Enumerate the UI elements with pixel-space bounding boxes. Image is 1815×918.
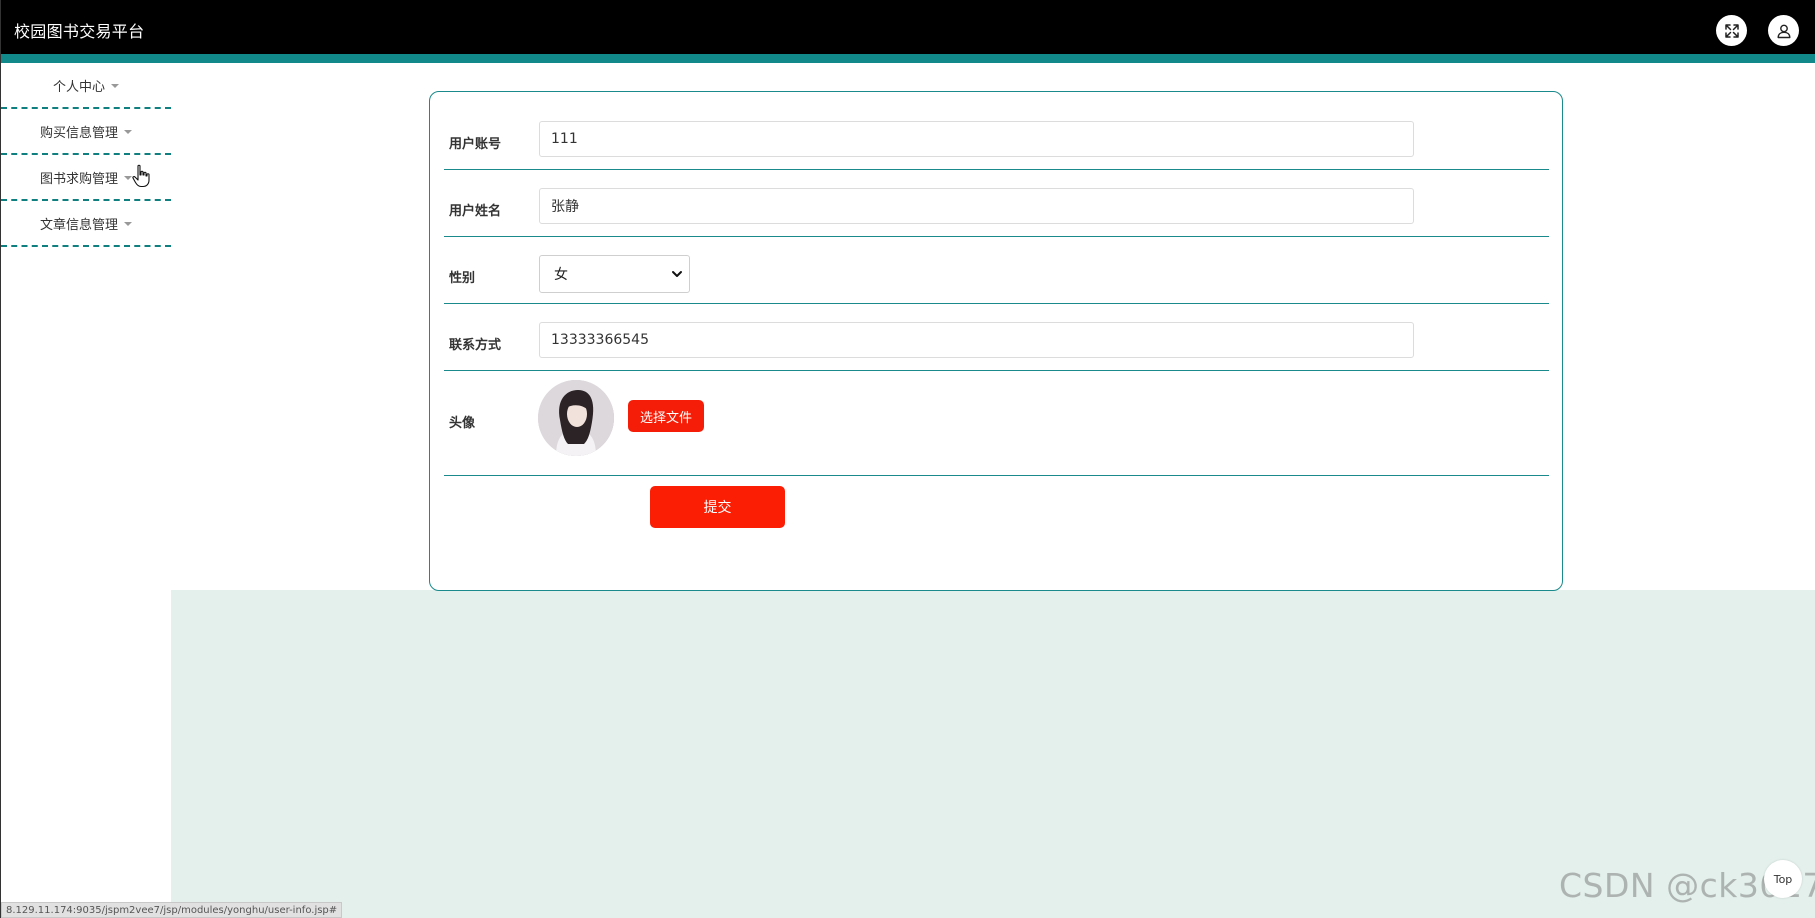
hand-cursor-icon (132, 164, 150, 188)
sidebar-item-purchase-info[interactable]: 购买信息管理 (1, 109, 171, 155)
form-row-gender: 性别 女 (444, 236, 1549, 304)
submit-button[interactable]: 提交 (650, 486, 785, 528)
contact-input[interactable] (539, 322, 1414, 358)
name-label: 用户姓名 (449, 204, 502, 219)
sidebar-item-label: 购买信息管理 (39, 125, 118, 141)
sidebar-item-label: 图书求购管理 (39, 171, 118, 187)
sidebar-item-label: 个人中心 (52, 79, 105, 95)
caret-down-icon (111, 83, 119, 88)
user-button[interactable] (1768, 15, 1799, 46)
form-row-account: 用户账号 (444, 92, 1549, 170)
avatar-image (538, 380, 614, 456)
header-accent-bar (1, 54, 1815, 63)
gender-label: 性别 (449, 271, 476, 286)
account-label: 用户账号 (449, 137, 502, 152)
avatar-label: 头像 (449, 416, 476, 431)
gender-select[interactable]: 女 (539, 255, 690, 293)
app-window: 校园图书交易平台 个人中心 购买信息管理 图书求购管理 文章信息管理 用户账号 … (0, 0, 1815, 918)
form-row-contact: 联系方式 (444, 303, 1549, 371)
expand-icon (1724, 23, 1739, 38)
sidebar-item-personal-center[interactable]: 个人中心 (1, 63, 171, 109)
caret-down-icon (124, 129, 132, 134)
form-row-avatar: 头像 选择文件 (444, 370, 1549, 476)
back-to-top-button[interactable]: Top (1764, 860, 1802, 898)
user-info-form: 用户账号 用户姓名 性别 女 联系方式 头像 (429, 91, 1563, 591)
account-input[interactable] (539, 121, 1414, 157)
choose-file-button[interactable]: 选择文件 (628, 400, 704, 432)
top-header: 校园图书交易平台 (1, 0, 1815, 54)
sidebar-item-label: 文章信息管理 (39, 217, 118, 233)
name-input[interactable] (539, 188, 1414, 224)
sidebar-item-article-info[interactable]: 文章信息管理 (1, 201, 171, 247)
gender-select-value: 女 (554, 267, 568, 283)
form-row-name: 用户姓名 (444, 169, 1549, 237)
fullscreen-button[interactable] (1716, 15, 1747, 46)
avatar-portrait (538, 380, 614, 456)
chevron-down-icon (672, 271, 682, 277)
status-bar-url: 8.129.11.174:9035/jspm2vee7/jsp/modules/… (1, 902, 343, 918)
sidebar: 个人中心 购买信息管理 图书求购管理 文章信息管理 (1, 63, 171, 247)
user-icon (1777, 24, 1790, 38)
contact-label: 联系方式 (449, 338, 502, 353)
app-title: 校园图书交易平台 (14, 22, 145, 41)
caret-down-icon (124, 221, 132, 226)
